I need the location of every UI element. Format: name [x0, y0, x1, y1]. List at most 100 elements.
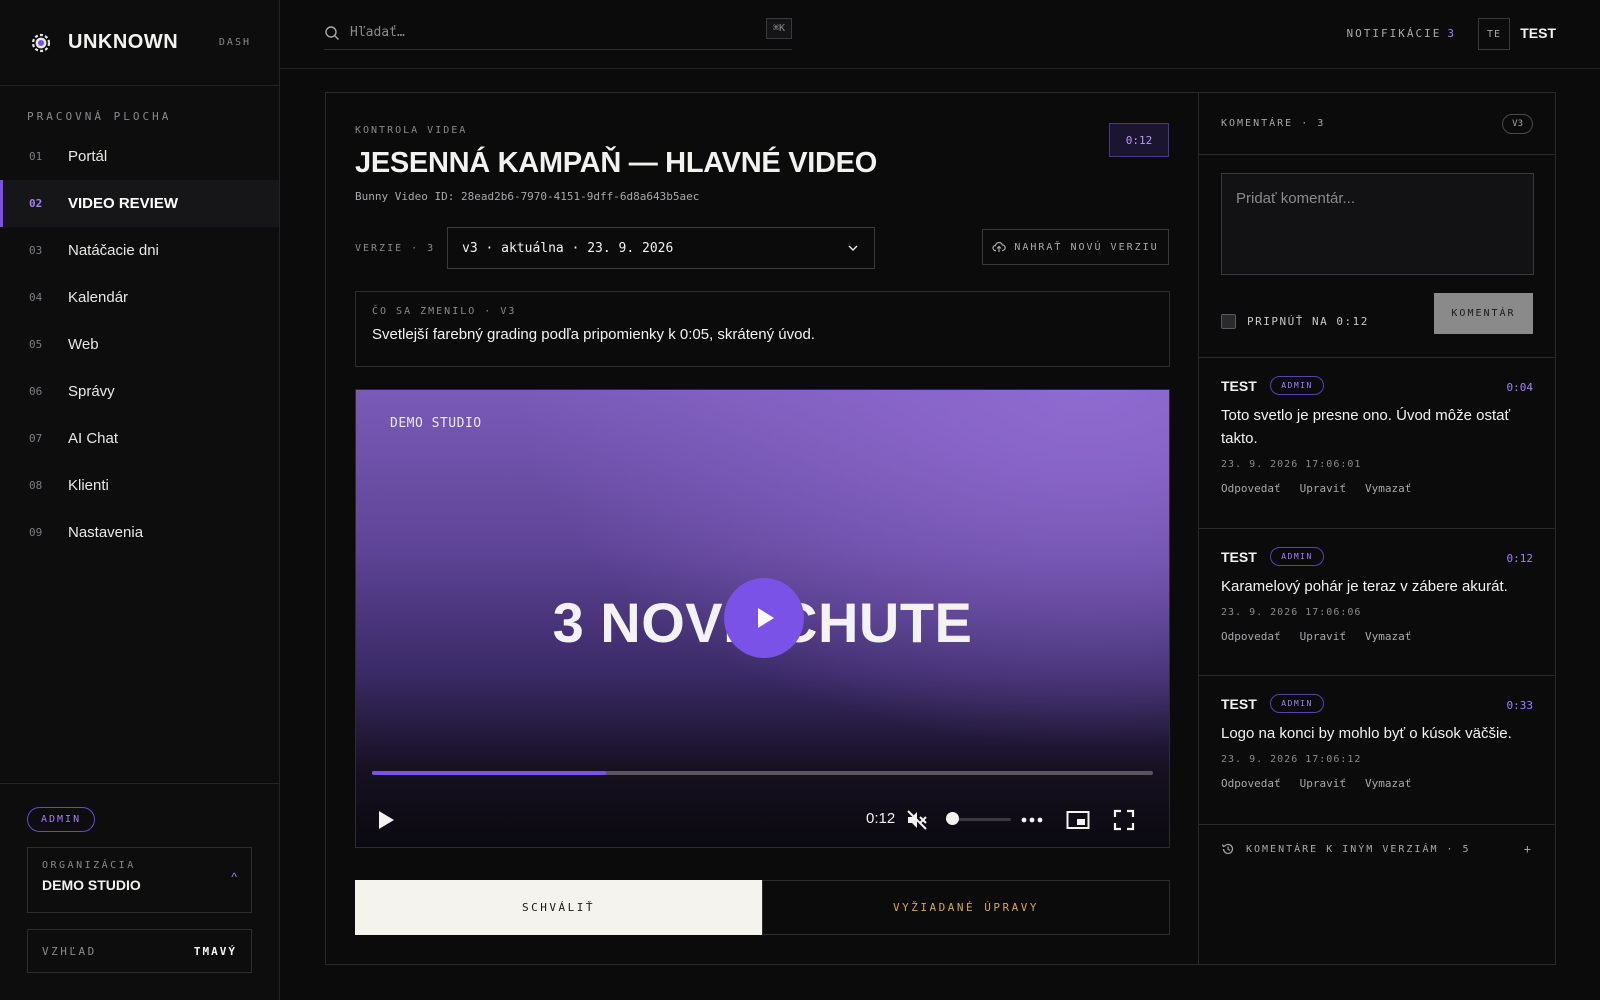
sidebar-item-portal[interactable]: 01 Portál — [0, 133, 279, 180]
version-select[interactable]: v3 · aktuálna · 23. 9. 2026 — [447, 227, 875, 269]
pin-to-time-checkbox[interactable]: PRIPNÚŤ NA 0:12 — [1221, 314, 1369, 329]
comment-item: TEST ADMIN 0:04 Toto svetlo je presne on… — [1199, 358, 1555, 529]
comment-author: TEST — [1221, 548, 1257, 565]
page-kicker: KONTROLA VIDEA — [355, 125, 468, 136]
comment-date: 23. 9. 2026 17:06:06 — [1221, 607, 1362, 618]
fullscreen-button[interactable] — [1112, 808, 1136, 832]
page-title: JESENNÁ KAMPAŇ — HLAVNÉ VIDEO — [355, 147, 877, 179]
sidebar-item-calendar[interactable]: 04 Kalendár — [0, 274, 279, 321]
upload-new-version-button[interactable]: NAHRAŤ NOVÚ VERZIU — [982, 229, 1169, 265]
other-versions-label: KOMENTÁRE K INÝM VERZIÁM · 5 — [1246, 843, 1471, 855]
comment-timestamp-link[interactable]: 0:04 — [1507, 381, 1534, 394]
comment-input[interactable] — [1221, 173, 1534, 275]
sidebar-item-number: 06 — [29, 385, 43, 398]
search-input[interactable] — [350, 25, 730, 40]
comment-role-badge: ADMIN — [1270, 547, 1324, 566]
sidebar-footer: ADMIN ORGANIZÁCIA DEMO STUDIO ^ VZHĽAD T… — [0, 783, 279, 1000]
reply-link[interactable]: Odpovedať — [1221, 482, 1281, 495]
comment-timestamp-link[interactable]: 0:12 — [1507, 552, 1534, 565]
caret-up-icon: ^ — [231, 870, 237, 884]
sidebar-item-clients[interactable]: 08 Klienti — [0, 462, 279, 509]
play-button[interactable] — [374, 808, 398, 832]
pin-label: PRIPNÚŤ NA 0:12 — [1247, 315, 1369, 328]
edit-link[interactable]: Upraviť — [1300, 777, 1346, 790]
picture-in-picture-button[interactable] — [1066, 808, 1090, 832]
notifications-count: 3 — [1447, 27, 1456, 40]
changes-text: Svetlejší farebný grading podľa pripomie… — [372, 326, 815, 343]
comment-actions: Odpovedať Upraviť Vymazať — [1221, 777, 1533, 790]
org-label: ORGANIZÁCIA — [42, 860, 136, 871]
cloud-upload-icon — [992, 241, 1007, 252]
version-badge: V3 — [1502, 113, 1533, 134]
other-versions-toggle[interactable]: KOMENTÁRE K INÝM VERZIÁM · 5 + — [1199, 825, 1555, 873]
sidebar: UNKNOWN DASH PRACOVNÁ PLOCHA 01 Portál 0… — [0, 0, 280, 1000]
comment-timestamp-link[interactable]: 0:33 — [1507, 699, 1534, 712]
sidebar-item-settings[interactable]: 09 Nastavenia — [0, 509, 279, 556]
video-player[interactable]: DEMO STUDIO 3 NOVÉ CHUTE 0:12 — [355, 389, 1170, 848]
sidebar-item-number: 03 — [29, 244, 43, 257]
brand[interactable]: UNKNOWN DASH — [0, 0, 279, 86]
delete-link[interactable]: Vymazať — [1365, 482, 1411, 495]
picture-in-picture-icon — [1066, 811, 1090, 829]
mute-button[interactable] — [904, 808, 930, 832]
org-value: DEMO STUDIO — [42, 877, 141, 893]
avatar[interactable]: TE — [1478, 18, 1510, 50]
sidebar-item-number: 02 — [29, 197, 43, 210]
play-overlay-button[interactable] — [724, 578, 804, 658]
sidebar-item-messages[interactable]: 06 Správy — [0, 368, 279, 415]
sidebar-item-label: Nastavenia — [68, 524, 144, 541]
history-icon — [1221, 843, 1234, 855]
comment-date: 23. 9. 2026 17:06:12 — [1221, 754, 1362, 765]
org-switcher[interactable]: ORGANIZÁCIA DEMO STUDIO ^ — [27, 847, 252, 913]
decision-row: SCHVÁLIŤ VYŽIADANÉ ÚPRAVY — [355, 880, 1170, 935]
theme-label: VZHĽAD — [42, 944, 97, 958]
request-changes-button[interactable]: VYŽIADANÉ ÚPRAVY — [762, 880, 1170, 935]
notifications-link[interactable]: NOTIFIKÁCIE 3 — [1347, 27, 1456, 40]
submit-comment-button[interactable]: KOMENTÁR — [1434, 293, 1533, 334]
video-progress-bar[interactable] — [372, 771, 1153, 775]
search-bar: ⌘K — [324, 16, 792, 50]
review-panel: KONTROLA VIDEA JESENNÁ KAMPAŇ — HLAVNÉ V… — [326, 93, 1199, 964]
delete-link[interactable]: Vymazať — [1365, 777, 1411, 790]
volume-knob[interactable] — [946, 812, 959, 825]
sidebar-item-number: 07 — [29, 432, 43, 445]
username[interactable]: TEST — [1520, 25, 1556, 41]
volume-muted-icon — [907, 810, 927, 830]
changes-note: ČO SA ZMENILO · V3 Svetlejší farebný gra… — [355, 291, 1170, 367]
volume-slider[interactable] — [956, 818, 1011, 821]
comment-composer: PRIPNÚŤ NA 0:12 KOMENTÁR — [1199, 155, 1555, 358]
upload-label: NAHRAŤ NOVÚ VERZIU — [1014, 241, 1159, 253]
comment-actions: Odpovedať Upraviť Vymazať — [1221, 482, 1533, 495]
approve-button[interactable]: SCHVÁLIŤ — [355, 880, 762, 935]
plus-icon: + — [1523, 842, 1533, 856]
more-horizontal-icon — [1021, 817, 1043, 823]
edit-link[interactable]: Upraviť — [1300, 630, 1346, 643]
theme-toggle[interactable]: VZHĽAD TMAVÝ — [27, 929, 252, 973]
comment-body: Karamelový pohár je teraz v zábere akurá… — [1221, 578, 1508, 595]
video-progress-fill — [372, 771, 607, 775]
play-icon — [758, 608, 774, 628]
versions-label: VERZIE · 3 — [355, 243, 436, 254]
review-card: KONTROLA VIDEA JESENNÁ KAMPAŇ — HLAVNÉ V… — [325, 92, 1556, 965]
sidebar-item-label: Portál — [68, 148, 108, 165]
reply-link[interactable]: Odpovedať — [1221, 777, 1281, 790]
sidebar-item-ai-chat[interactable]: 07 AI Chat — [0, 415, 279, 462]
sidebar-item-shooting-days[interactable]: 03 Natáčacie dni — [0, 227, 279, 274]
sidebar-item-label: Kalendár — [68, 289, 129, 306]
comment-item: TEST ADMIN 0:33 Logo na konci by mohlo b… — [1199, 676, 1555, 825]
checkbox[interactable] — [1221, 314, 1236, 329]
role-badge: ADMIN — [27, 807, 96, 832]
edit-link[interactable]: Upraviť — [1300, 482, 1346, 495]
comment-author: TEST — [1221, 377, 1257, 394]
comment-date: 23. 9. 2026 17:06:01 — [1221, 459, 1362, 470]
more-options-button[interactable] — [1020, 808, 1044, 832]
sidebar-item-number: 09 — [29, 526, 43, 539]
sidebar-item-label: Natáčacie dni — [68, 242, 159, 259]
theme-value: TMAVÝ — [193, 944, 237, 958]
comment-author: TEST — [1221, 695, 1257, 712]
sidebar-item-video-review[interactable]: 02 VIDEO REVIEW — [0, 180, 279, 227]
sidebar-item-web[interactable]: 05 Web — [0, 321, 279, 368]
delete-link[interactable]: Vymazať — [1365, 630, 1411, 643]
reply-link[interactable]: Odpovedať — [1221, 630, 1281, 643]
comment-actions: Odpovedať Upraviť Vymazať — [1221, 630, 1533, 643]
